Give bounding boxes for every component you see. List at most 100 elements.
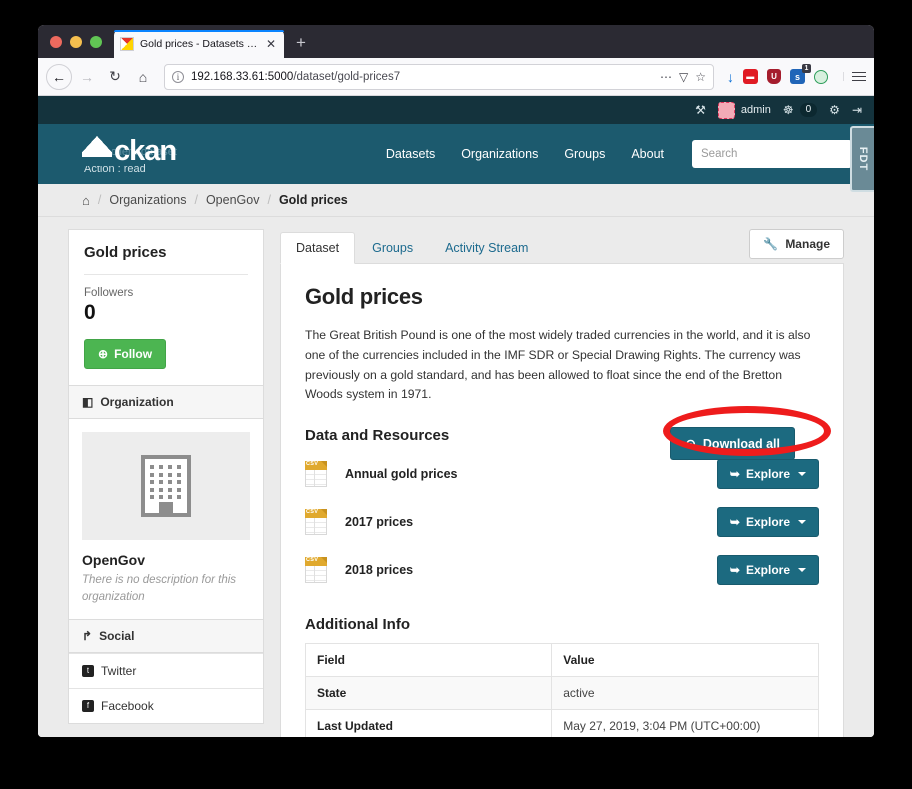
explore-button[interactable]: ➥ Explore <box>716 555 819 586</box>
chevron-down-icon <box>798 472 806 477</box>
extension-red-icon[interactable]: ▬ <box>743 69 758 84</box>
page-title: Gold prices <box>305 284 423 309</box>
account-user-link[interactable]: admin <box>717 101 771 119</box>
browser-window: Gold prices - Datasets - CKAN ✕ + ← → ↻ … <box>38 25 874 737</box>
social-module: ↱ Social t Twitter f Facebook <box>68 620 264 725</box>
maximize-window-button[interactable] <box>90 35 102 48</box>
dataset-count-badge: 0 <box>799 103 818 117</box>
url-text: 192.168.33.61:5000/dataset/gold-prices7 <box>191 70 401 83</box>
breadcrumb: ⌂ / Organizations / OpenGov / Gold price… <box>38 184 874 217</box>
nav-organizations[interactable]: Organizations <box>461 147 538 161</box>
organization-name[interactable]: OpenGov <box>69 540 263 568</box>
tab-dataset[interactable]: Dataset <box>280 232 356 264</box>
breadcrumb-item-opengov[interactable]: OpenGov <box>206 193 260 207</box>
minimize-window-button[interactable] <box>70 35 82 48</box>
column-header-value: Value <box>551 643 819 678</box>
brand-area: Controller : dataset Action : read ckan <box>60 124 238 184</box>
back-button[interactable]: ← <box>46 63 72 90</box>
nav-groups[interactable]: Groups <box>564 147 605 161</box>
csv-icon-label: CSV <box>306 461 319 468</box>
list-item[interactable]: CSV 2018 prices ➥ Explore <box>305 546 819 594</box>
cell-field: State <box>304 676 553 711</box>
main-content: Dataset Groups Activity Stream 🔧 Manage … <box>280 229 844 737</box>
home-button[interactable]: ⌂ <box>130 64 156 90</box>
follow-button-label: Follow <box>114 347 153 361</box>
additional-info-heading: Additional Info <box>305 616 410 634</box>
app-menu-icon[interactable] <box>843 71 866 82</box>
resource-name[interactable]: 2017 prices <box>345 515 717 529</box>
page-actions-icon[interactable]: ⋯ <box>660 70 672 84</box>
extension-badge: 1 <box>802 64 811 73</box>
social-twitter[interactable]: t Twitter <box>69 653 263 688</box>
plus-circle-icon: ⊕ <box>98 347 109 361</box>
reload-button[interactable]: ↻ <box>102 64 128 90</box>
search-input[interactable] <box>701 148 855 160</box>
reader-mode-icon[interactable]: ▽ <box>679 70 688 84</box>
site-search[interactable]: ⌕ <box>692 140 862 168</box>
list-item[interactable]: CSV Annual gold prices ➥ Explore <box>305 450 819 498</box>
account-datasets-link[interactable]: ☸ 0 <box>783 103 818 117</box>
fdt-side-tab[interactable]: FDT <box>850 126 874 192</box>
organization-description: There is no description for this organiz… <box>82 574 237 603</box>
explore-button[interactable]: ➥ Explore <box>716 507 819 538</box>
resource-list: CSV Annual gold prices ➥ Explore CSV 201… <box>305 450 819 594</box>
fdt-side-tab-label: FDT <box>857 146 870 172</box>
cell-field: Last Updated <box>304 709 553 737</box>
site-info-icon[interactable]: i <box>172 70 184 83</box>
list-item[interactable]: CSV 2017 prices ➥ Explore <box>305 498 819 546</box>
ckan-logo-icon <box>82 136 112 166</box>
organization-module-header: ◧ Organization <box>69 386 263 419</box>
nav-about[interactable]: About <box>631 147 664 161</box>
follow-button[interactable]: ⊕ Follow <box>84 339 167 369</box>
tab-groups[interactable]: Groups <box>357 233 428 263</box>
breadcrumb-item-current: Gold prices <box>278 193 348 207</box>
extension-blue-icon[interactable]: s1 <box>790 64 811 84</box>
explore-button-label: Explore <box>745 515 790 530</box>
manage-button[interactable]: 🔧 Manage <box>749 229 844 259</box>
ckan-account-bar: ⚒ admin ☸ 0 ⚙ ⇥ <box>38 96 874 124</box>
window-controls[interactable] <box>46 25 114 58</box>
new-tab-button[interactable]: + <box>296 33 306 53</box>
downloads-icon[interactable]: ↓ <box>727 69 734 85</box>
facebook-icon: f <box>82 700 94 713</box>
ckan-logo-text: ckan <box>114 135 177 167</box>
breadcrumb-item-organizations[interactable]: Organizations <box>109 193 186 207</box>
explore-arrow-icon: ➥ <box>729 515 740 530</box>
csv-file-icon: CSV <box>305 557 327 584</box>
sidebar-dataset-title: Gold prices <box>84 244 167 261</box>
social-twitter-label: Twitter <box>101 664 137 679</box>
close-tab-icon[interactable]: ✕ <box>264 38 278 50</box>
gear-icon[interactable]: ⚙ <box>829 103 840 117</box>
social-facebook[interactable]: f Facebook <box>69 688 263 723</box>
download-all-label: Download all <box>702 436 780 451</box>
home-icon[interactable]: ⌂ <box>82 193 90 208</box>
avatar <box>717 101 735 119</box>
logout-icon[interactable]: ⇥ <box>852 103 862 117</box>
csv-icon-label: CSV <box>306 509 319 516</box>
account-username: admin <box>740 104 771 116</box>
bookmark-star-icon[interactable]: ☆ <box>695 70 706 84</box>
forward-button[interactable]: → <box>74 64 100 90</box>
browser-tab-title: Gold prices - Datasets - CKAN <box>140 38 258 50</box>
explore-arrow-icon: ➥ <box>729 563 740 578</box>
sysadmin-wrench-icon[interactable]: ⚒ <box>695 103 706 117</box>
extension-shield-icon[interactable]: U <box>767 69 781 84</box>
browser-tab[interactable]: Gold prices - Datasets - CKAN ✕ <box>114 30 284 58</box>
resource-name[interactable]: Annual gold prices <box>345 467 717 481</box>
browser-tab-strip: Gold prices - Datasets - CKAN ✕ + <box>38 25 874 58</box>
resource-name[interactable]: 2018 prices <box>345 563 717 577</box>
cell-value: May 27, 2019, 3:04 PM (UTC+00:00) <box>551 709 819 737</box>
nav-datasets[interactable]: Datasets <box>386 147 435 161</box>
ckan-logo-link[interactable]: ckan <box>82 135 177 167</box>
explore-arrow-icon: ➥ <box>729 467 740 482</box>
followers-count: 0 <box>84 301 96 324</box>
extension-green-circle-icon[interactable] <box>814 69 828 84</box>
csv-file-icon: CSV <box>305 461 327 488</box>
explore-button[interactable]: ➥ Explore <box>716 459 819 490</box>
csv-file-icon: CSV <box>305 509 327 536</box>
manage-button-label: Manage <box>785 237 830 251</box>
address-bar[interactable]: i 192.168.33.61:5000/dataset/gold-prices… <box>164 63 714 90</box>
close-window-button[interactable] <box>50 35 62 48</box>
tab-activity-stream[interactable]: Activity Stream <box>430 233 543 263</box>
page-viewport: ⚒ admin ☸ 0 ⚙ ⇥ Controller : dataset Act… <box>38 96 874 737</box>
